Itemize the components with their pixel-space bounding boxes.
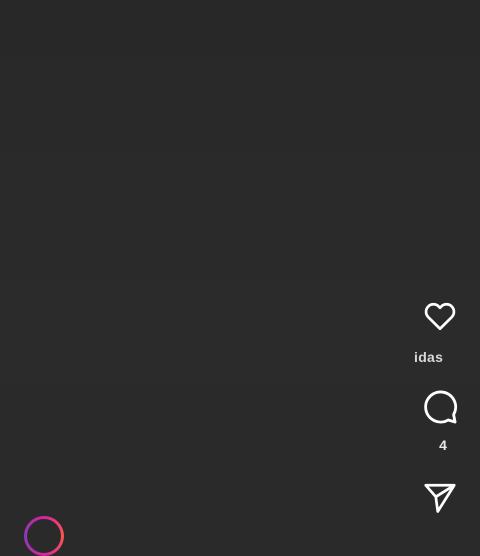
likes-count[interactable]: idas <box>414 349 480 365</box>
speech-bubble-icon <box>421 388 459 426</box>
comment-count[interactable]: 4 <box>400 437 480 453</box>
comment-button[interactable] <box>400 388 480 426</box>
likes-count-label: idas <box>414 349 444 365</box>
like-button[interactable] <box>400 298 480 334</box>
avatar-image <box>27 519 61 553</box>
share-button[interactable] <box>400 480 480 516</box>
comment-count-label: 4 <box>439 437 447 453</box>
avatar[interactable] <box>24 516 64 556</box>
heart-outline-icon <box>422 298 458 334</box>
paper-plane-icon <box>422 480 458 516</box>
